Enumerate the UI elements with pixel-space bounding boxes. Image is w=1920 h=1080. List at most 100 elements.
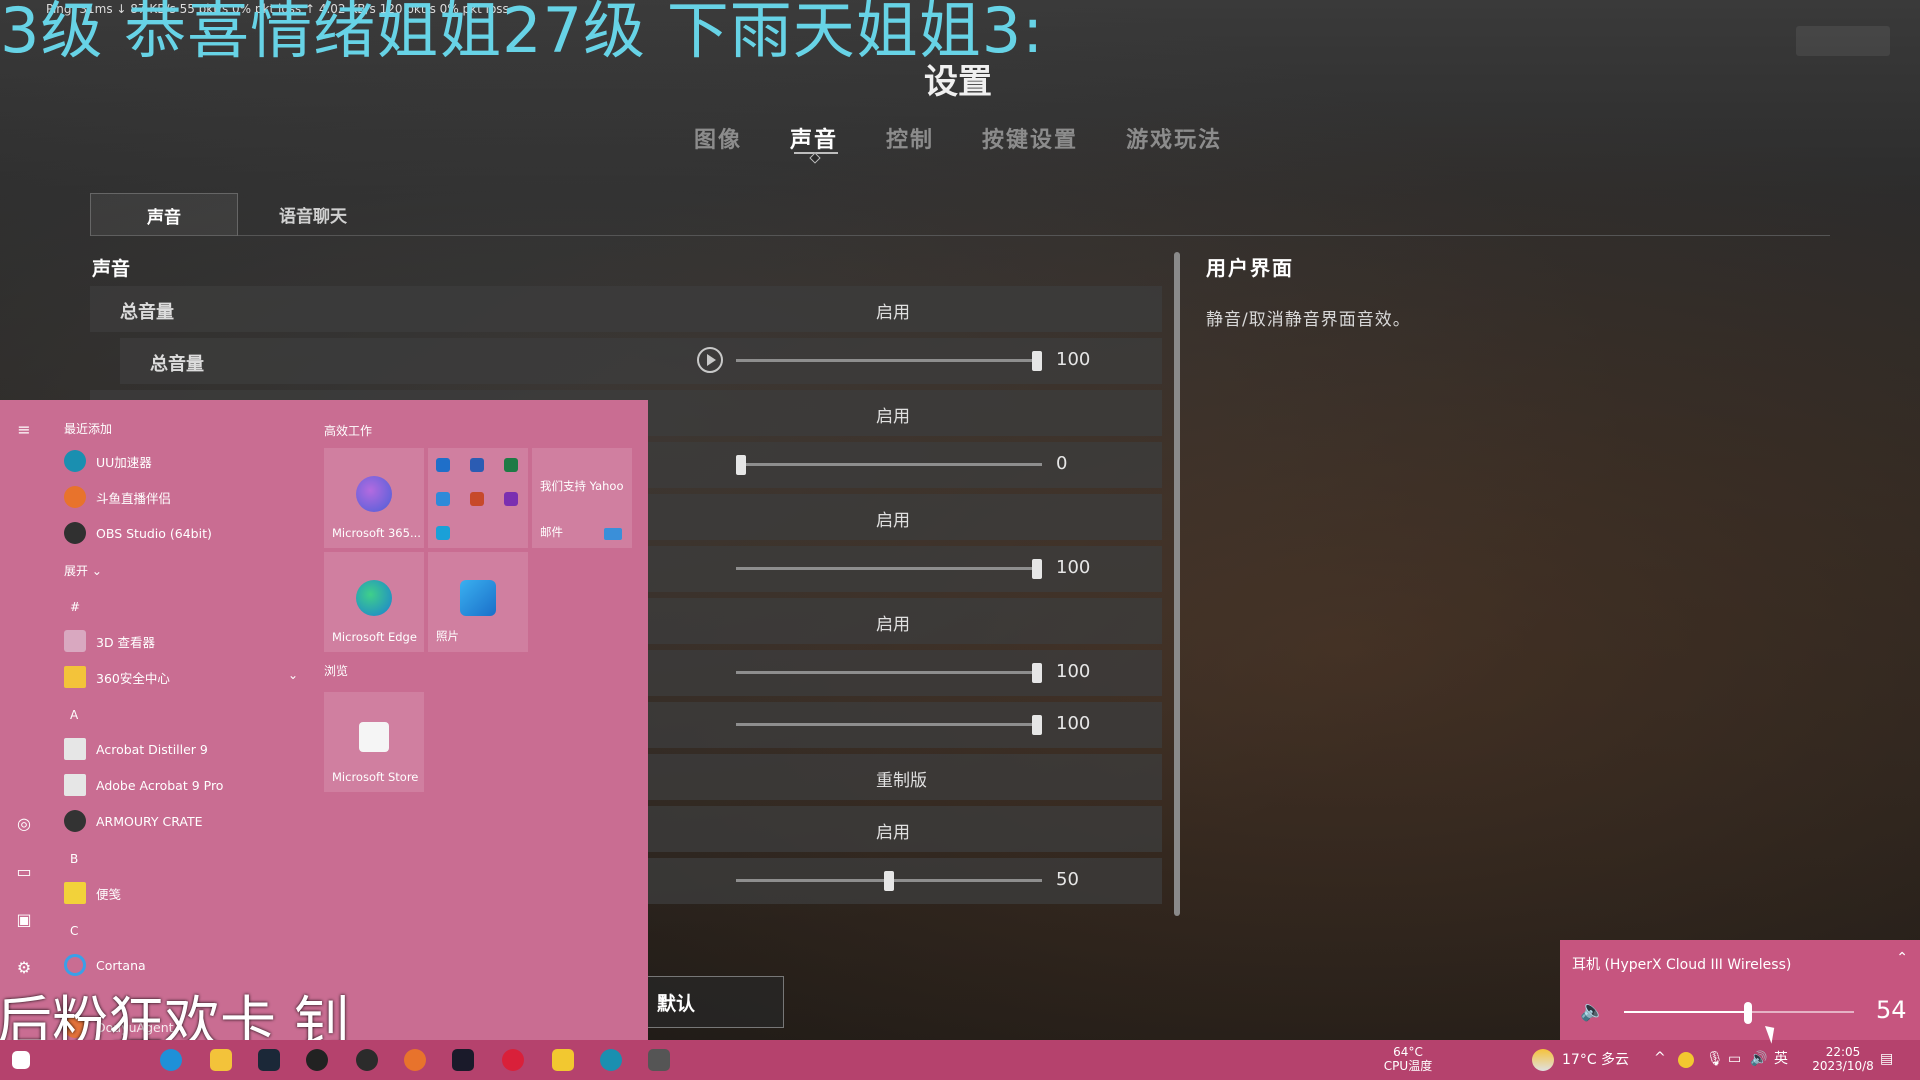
row-value-toggle[interactable]: 启用 (876, 298, 910, 323)
subtab-voice-chat[interactable]: 语音聊天 (240, 193, 386, 235)
scrollbar[interactable] (1174, 252, 1180, 916)
tile-label: Microsoft 365... (332, 526, 421, 540)
tile-photos[interactable]: 照片 (428, 552, 528, 652)
input-method-indicator[interactable]: 英 (1774, 1052, 1788, 1066)
row-value-toggle[interactable]: 重制版 (876, 766, 927, 791)
tile-microsoft-edge[interactable]: Microsoft Edge (324, 552, 424, 652)
game-taskbar-icon[interactable] (452, 1049, 474, 1071)
weather-text[interactable]: 17°C 多云 (1562, 1053, 1629, 1067)
volume-slider-track[interactable] (1624, 1011, 1854, 1013)
slider-value: 100 (1056, 661, 1091, 682)
slider-thumb[interactable] (1032, 351, 1042, 371)
tab-sound[interactable]: 声音 (766, 122, 862, 154)
slider-track[interactable] (736, 359, 1042, 362)
row-label: 总音量 (150, 354, 204, 375)
slider-track[interactable] (736, 567, 1042, 570)
pubg-taskbar-icon[interactable] (648, 1049, 670, 1071)
edge-taskbar-icon[interactable] (160, 1049, 182, 1071)
hamburger-menu-icon[interactable]: ≡ (14, 420, 34, 440)
app-label: Adobe Acrobat 9 Pro (96, 777, 224, 793)
row-value-toggle[interactable]: 启用 (876, 818, 910, 843)
pictures-icon[interactable]: ▣ (14, 910, 34, 930)
volume-slider-fill (1624, 1011, 1749, 1013)
edge-icon (356, 580, 392, 616)
slider-thumb[interactable] (736, 455, 746, 475)
powerpoint-icon (470, 492, 484, 506)
group-letter-c[interactable]: C (70, 924, 78, 938)
volume-slider-thumb[interactable] (1744, 1002, 1753, 1024)
settings-gear-icon[interactable]: ⚙ (14, 958, 34, 978)
notification-center-icon[interactable]: ▤ (1880, 1052, 1893, 1066)
app-obs-studio[interactable]: OBS Studio (64bit) (64, 518, 212, 548)
clock[interactable]: 22:05 2023/10/8 (1806, 1045, 1880, 1073)
slider-track[interactable] (736, 723, 1042, 726)
app-3d-viewer[interactable]: 3D 查看器 (64, 626, 155, 656)
group-letter-b[interactable]: B (70, 852, 78, 866)
group-letter-hash[interactable]: # (70, 600, 80, 614)
weather-cloud-icon[interactable] (1532, 1049, 1554, 1071)
slider-value: 100 (1056, 713, 1091, 734)
tile-microsoft-365[interactable]: Microsoft 365... (324, 448, 424, 548)
app-acrobat-distiller[interactable]: Acrobat Distiller 9 (64, 734, 208, 764)
excel-icon (504, 458, 518, 472)
volume-tray-icon[interactable]: 🔊 (1750, 1052, 1767, 1066)
app-cortana[interactable]: Cortana (64, 950, 146, 980)
slider-track[interactable] (736, 671, 1042, 674)
user-account-icon[interactable]: ◎ (14, 814, 34, 834)
settings-row[interactable]: 总音量 启用 (90, 286, 1162, 332)
folder-expand-chevron-icon[interactable]: ⌄ (288, 668, 298, 682)
tab-keybinds[interactable]: 按键设置 (958, 122, 1102, 154)
tab-control[interactable]: 控制 (862, 122, 958, 154)
slider-thumb[interactable] (884, 871, 894, 891)
douyu-taskbar-icon[interactable] (404, 1049, 426, 1071)
tile-mail[interactable]: 我们支持 Yahoo 邮件 (532, 448, 632, 548)
tile-microsoft-store[interactable]: Microsoft Store (324, 692, 424, 792)
network-icon[interactable]: ▭ (1728, 1052, 1741, 1066)
file-explorer-icon[interactable] (210, 1049, 232, 1071)
default-button[interactable]: 默认 (640, 976, 784, 1028)
app-360-security[interactable]: 360安全中心 (64, 662, 170, 692)
windows-start-icon[interactable] (12, 1051, 30, 1069)
section-heading: 声音 (92, 258, 131, 280)
chevron-up-icon[interactable]: ⌃ (1896, 950, 1908, 966)
slider-thumb[interactable] (1032, 715, 1042, 735)
owl-app-icon[interactable] (552, 1049, 574, 1071)
app-label: 便笺 (96, 886, 122, 902)
start-menu-rail: ≡ ◎ ▭ ▣ ⚙ (0, 400, 48, 1040)
steam-icon[interactable] (258, 1049, 280, 1071)
speaker-icon[interactable]: 🔈 (1580, 998, 1605, 1022)
microphone-icon[interactable]: 🎙 (1706, 1052, 1724, 1066)
row-value-toggle[interactable]: 启用 (876, 506, 910, 531)
clock-time: 22:05 (1825, 1045, 1861, 1059)
show-hidden-icons-chevron-icon[interactable]: ^ (1654, 1051, 1666, 1065)
tab-gameplay[interactable]: 游戏玩法 (1102, 122, 1246, 154)
app-uu-accelerator[interactable]: UU加速器 (64, 446, 152, 476)
slider-track[interactable] (736, 463, 1042, 466)
slider-thumb[interactable] (1032, 559, 1042, 579)
uu-taskbar-icon[interactable] (600, 1049, 622, 1071)
outlook-icon (436, 458, 450, 472)
slider-thumb[interactable] (1032, 663, 1042, 683)
app-douyu-companion[interactable]: 斗鱼直播伴侣 (64, 482, 171, 512)
obs-taskbar-icon[interactable] (306, 1049, 328, 1071)
tab-image[interactable]: 图像 (670, 122, 766, 154)
group-letter-a[interactable]: A (70, 708, 78, 722)
tile-label: 照片 (436, 629, 459, 643)
netease-music-icon[interactable] (502, 1049, 524, 1071)
app-adobe-acrobat[interactable]: Adobe Acrobat 9 Pro (64, 770, 223, 800)
row-value-toggle[interactable]: 启用 (876, 610, 910, 635)
ui-description-text: 静音/取消静音界面音效。 (1206, 310, 1411, 330)
audio-device-selector[interactable]: 耳机 (HyperX Cloud III Wireless) (1572, 954, 1791, 974)
tile-office-apps[interactable] (428, 448, 528, 548)
app-armoury-crate[interactable]: ARMOURY CRATE (64, 806, 203, 836)
app-label: OBS Studio (64bit) (96, 525, 212, 541)
documents-icon[interactable]: ▭ (14, 862, 34, 882)
row-value-toggle[interactable]: 启用 (876, 402, 910, 427)
app-sticky-notes[interactable]: 便笺 (64, 878, 121, 908)
settings-row[interactable]: 总音量 100 (120, 338, 1162, 384)
play-test-sound-icon[interactable] (697, 347, 723, 373)
app-taskbar-icon[interactable] (356, 1049, 378, 1071)
tray-app-icon[interactable] (1678, 1052, 1694, 1068)
expand-toggle[interactable]: 展开 ⌄ (64, 562, 102, 579)
subtab-sound[interactable]: 声音 (90, 193, 238, 236)
